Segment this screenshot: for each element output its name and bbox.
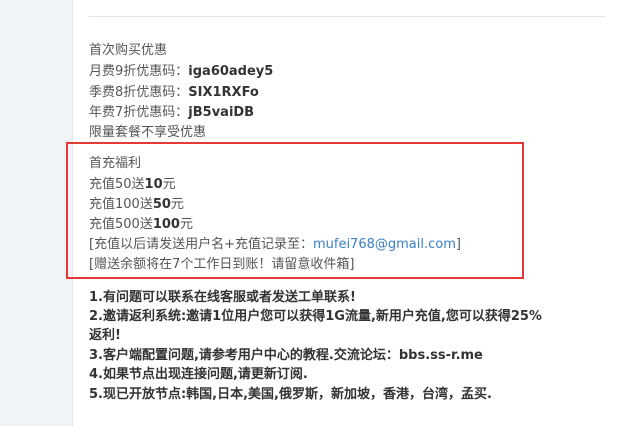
monthly-coupon-code: iga60adey5 (188, 64, 274, 79)
divider (89, 16, 605, 17)
notice-3: 3.客户端配置问题,请参考用户中心的教程.交流论坛：bbs.ss-r.me (89, 348, 483, 363)
yearly-coupon: 年费7折优惠码：jB5vaiDB (89, 104, 254, 122)
notice-2: 2.邀请返利系统:邀请1位用户您可以获得1G流量,新用户充值,您可以获得25% (89, 309, 542, 324)
quarterly-coupon: 季费8折优惠码：SIX1RXFo (89, 84, 259, 102)
quarterly-coupon-label: 季费8折优惠码： (89, 85, 189, 100)
monthly-coupon: 月费9折优惠码：iga60adey5 (89, 63, 273, 81)
yearly-coupon-label: 年费7折优惠码： (89, 105, 189, 120)
notice-4: 4.如果节点出现连接问题,请更新订阅. (89, 367, 308, 382)
monthly-coupon-label: 月费9折优惠码： (89, 64, 189, 79)
notice-2-continued: 返利! (89, 328, 121, 343)
first-purchase-title: 首次购买优惠 (89, 43, 168, 58)
highlight-box (66, 142, 524, 279)
notice-1: 1.有问题可以联系在线客服或者发送工单联系! (89, 290, 356, 305)
notice-5: 5.现已开放节点:韩国,日本,美国,俄罗斯，新加坡，香港，台湾，孟买. (89, 387, 492, 402)
yearly-coupon-code: jB5vaiDB (188, 105, 255, 120)
quarterly-coupon-code: SIX1RXFo (188, 85, 259, 100)
limited-plan-note: 限量套餐不享受优惠 (89, 125, 207, 140)
